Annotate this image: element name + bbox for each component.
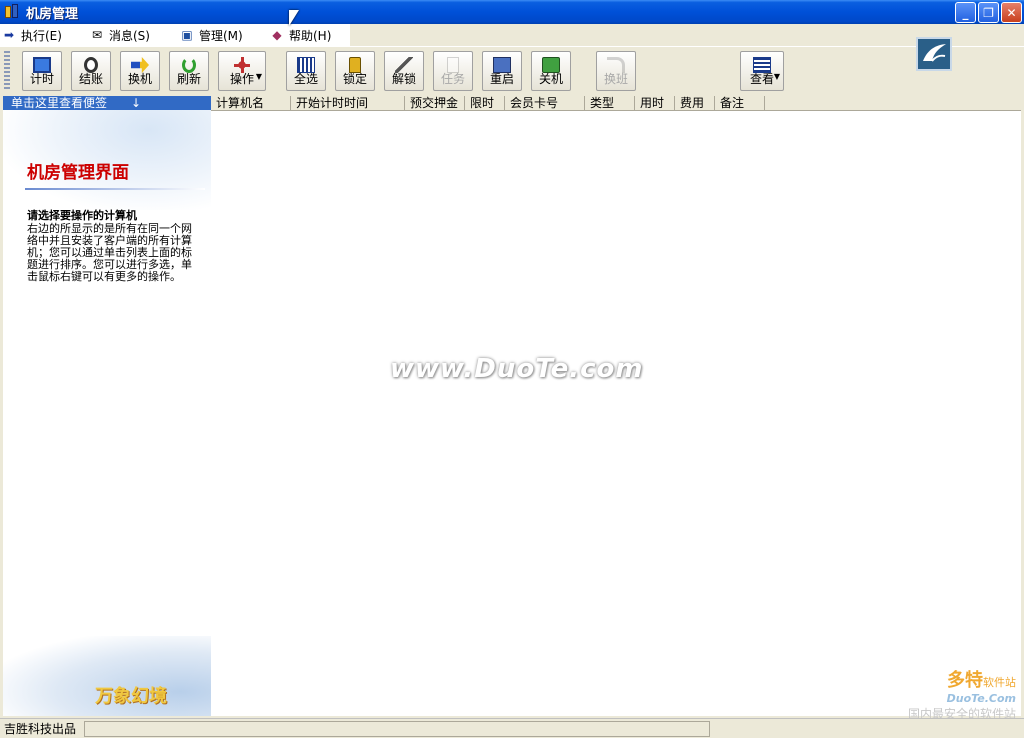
view-dropdown-button[interactable]: ▼ 查看 [740, 51, 784, 91]
power-icon [542, 57, 560, 73]
toolbar-grip[interactable] [4, 51, 10, 91]
panel-title: 机房管理界面 [27, 163, 129, 183]
status-bar: 吉胜科技出品 [0, 718, 1024, 738]
menu-help[interactable]: ◆ 帮助(H) [268, 24, 348, 46]
column-member-card[interactable]: 会员卡号 [505, 96, 585, 111]
notes-header[interactable]: 单击这里查看便签 ↓ [3, 96, 211, 110]
brand-logo [916, 37, 952, 71]
column-start-time[interactable]: 开始计时时间 [291, 96, 405, 111]
move-arrows-icon [233, 57, 251, 73]
list-view-icon [753, 57, 771, 73]
column-computer-name[interactable]: 计算机名 [211, 96, 291, 111]
book-icon: ◆ [272, 28, 282, 42]
toolbar: 计时 结账 换机 刷新 ▼ 操作 全选 锁定 解锁 任务 重启 关机 换班 ▼ … [0, 37, 1024, 94]
title-bar: 机房管理 _ ❐ ✕ [0, 0, 1024, 24]
switch-pc-label: 换机 [127, 72, 152, 86]
divider [25, 188, 205, 190]
status-panel [84, 720, 710, 737]
lock-button[interactable]: 锁定 [335, 51, 375, 91]
mouse-cursor-icon [289, 10, 299, 26]
column-deposit[interactable]: 预交押金 [405, 96, 465, 111]
shift-change-button[interactable]: 换班 [596, 51, 636, 91]
minimize-icon: _ [962, 5, 969, 20]
restore-button[interactable]: ❐ [978, 2, 999, 23]
menu-message-label: 消息(S) [109, 28, 150, 43]
select-all-button[interactable]: 全选 [286, 51, 326, 91]
arrow-right-icon: ➡ [3, 28, 15, 42]
computer-list[interactable] [211, 111, 1021, 716]
status-text: 吉胜科技出品 [4, 722, 77, 736]
menu-execute-label: 执行(E) [21, 28, 62, 43]
column-time-used[interactable]: 用时 [635, 96, 675, 111]
swap-icon [607, 57, 625, 73]
chevron-down-icon: ▼ [255, 72, 262, 81]
document-icon [447, 57, 459, 73]
envelope-icon: ✉ [91, 28, 103, 42]
corner-watermark-small: 软件站 [983, 676, 1016, 689]
computer-icon [493, 57, 511, 73]
column-time-limit[interactable]: 限时 [465, 96, 505, 111]
column-remarks[interactable]: 备注 [715, 96, 765, 111]
corner-watermark: 多特软件站 DuoTe.Com 国内最安全的软件站 [908, 666, 1016, 722]
window-title: 机房管理 [26, 6, 79, 22]
grid-icon [297, 57, 315, 73]
computer-icon: ▣ [181, 28, 193, 42]
brand-logo-text: 万象幻境 [95, 686, 167, 707]
menu-manage-label: 管理(M) [199, 28, 243, 43]
switch-pc-button[interactable]: 换机 [120, 51, 160, 91]
menu-bar: ➡ 执行(E) ✉ 消息(S) ▣ 管理(M) ◆ 帮助(H) [0, 24, 1024, 46]
close-icon: ✕ [1006, 5, 1017, 20]
corner-watermark-title: 多特 [947, 670, 983, 691]
panel-subtitle: 请选择要操作的计算机 [27, 209, 137, 222]
corner-watermark-url: DuoTe.Com [946, 692, 1016, 705]
restart-button[interactable]: 重启 [482, 51, 522, 91]
menu-execute[interactable]: ➡ 执行(E) [0, 24, 88, 46]
timing-button[interactable]: 计时 [22, 51, 62, 91]
down-arrow-icon: ↓ [130, 96, 141, 110]
unlock-button[interactable]: 解锁 [384, 51, 424, 91]
shutdown-button[interactable]: 关机 [531, 51, 571, 91]
close-button[interactable]: ✕ [1001, 2, 1022, 23]
menu-message[interactable]: ✉ 消息(S) [88, 24, 178, 46]
refresh-button[interactable]: 刷新 [169, 51, 209, 91]
checkout-button[interactable]: 结账 [71, 51, 111, 91]
app-icon [4, 4, 20, 20]
panel-description: 右边的所显示的是所有在同一个网络中并且安装了客户端的所有计算机；您可以通过单击列… [27, 222, 192, 283]
task-button[interactable]: 任务 [433, 51, 473, 91]
info-panel: 机房管理界面 请选择要操作的计算机 右边的所显示的是所有在同一个网络中并且安装了… [3, 110, 211, 716]
column-fee[interactable]: 费用 [675, 96, 715, 111]
list-column-header: 计算机名 开始计时时间 预交押金 限时 会员卡号 类型 用时 费用 备注 [211, 96, 1021, 111]
watermark: www.DuoTe.com [390, 354, 644, 384]
bird-icon [923, 44, 946, 62]
operate-dropdown-button[interactable]: ▼ 操作 [218, 51, 266, 91]
stopwatch-icon [84, 57, 98, 73]
monitor-icon [33, 57, 51, 73]
key-icon [395, 57, 413, 73]
notes-header-label: 单击这里查看便签 [11, 96, 108, 110]
minimize-button[interactable]: _ [955, 2, 976, 23]
menu-help-label: 帮助(H) [289, 28, 332, 43]
restore-icon: ❐ [983, 5, 994, 20]
menu-manage[interactable]: ▣ 管理(M) [178, 24, 268, 46]
refresh-icon [182, 57, 196, 73]
column-type[interactable]: 类型 [585, 96, 635, 111]
lock-icon [349, 57, 361, 73]
chevron-down-icon: ▼ [773, 72, 780, 81]
